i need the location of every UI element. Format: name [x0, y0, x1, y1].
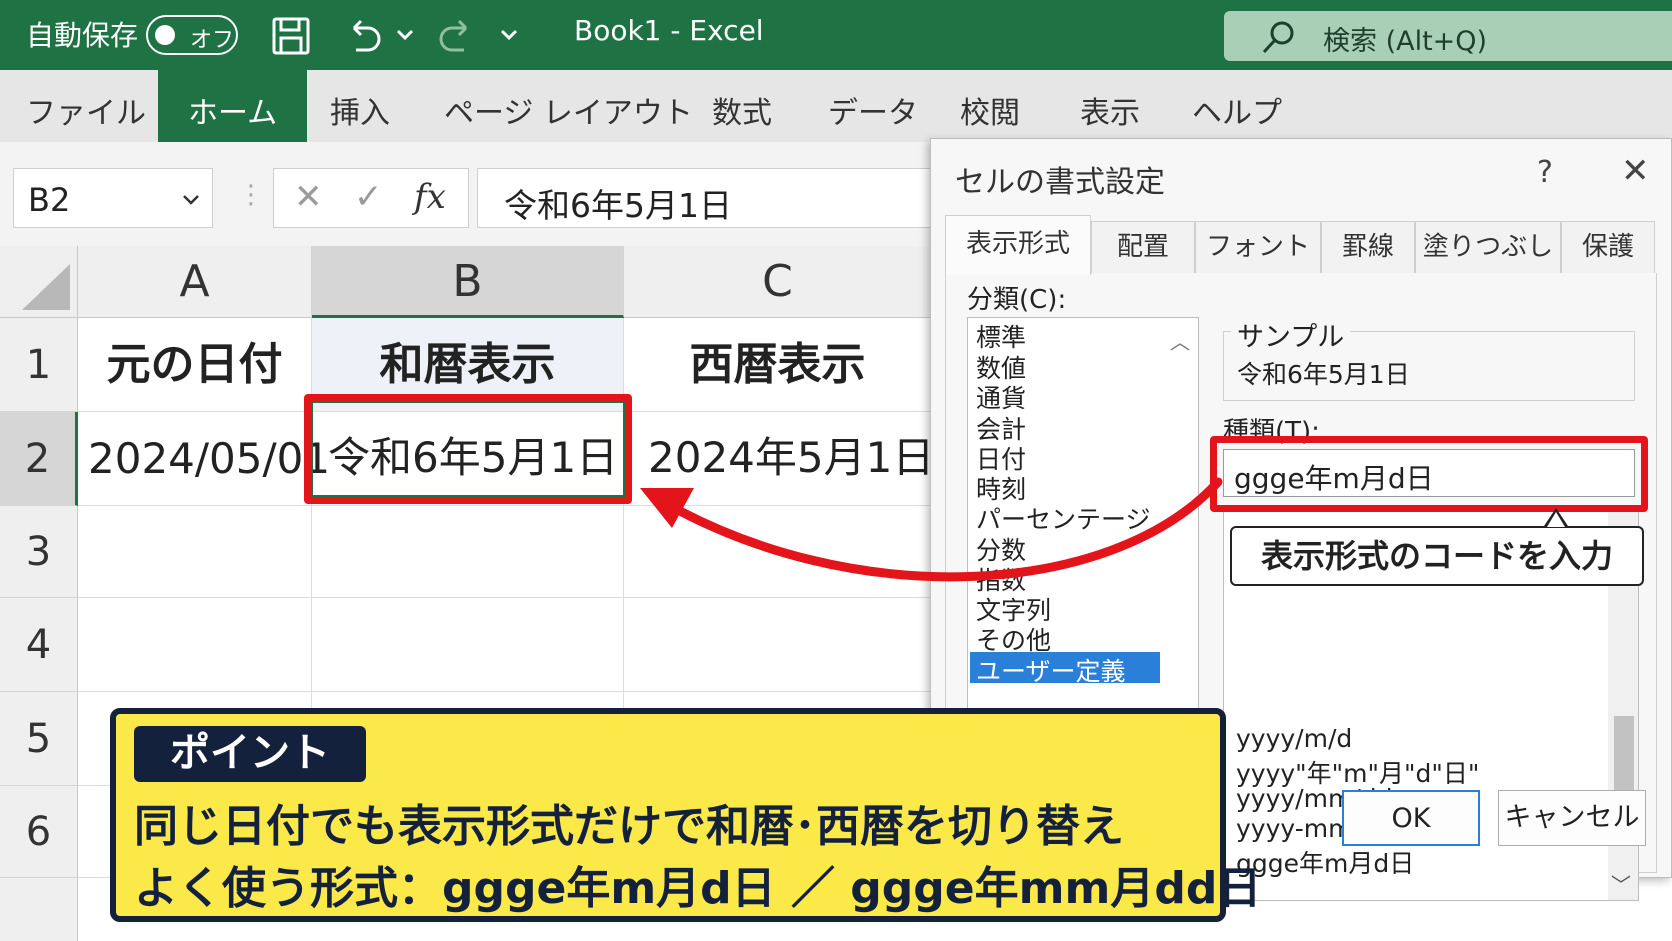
point-box: ポイント 同じ日付でも表示形式だけで和暦･西暦を切り替え よく使う形式：ggge… [110, 708, 1261, 922]
point-line-2: よく使う形式：ggge年m月d日 ／ ggge年mm月dd日 [134, 863, 1262, 914]
point-line-1: 同じ日付でも表示形式だけで和暦･西暦を切り替え [134, 801, 1124, 852]
point-badge: ポイント [134, 726, 366, 782]
callout-pointer-fill [1547, 512, 1565, 527]
callout-label: 表示形式のコードを入力 [1230, 526, 1644, 586]
